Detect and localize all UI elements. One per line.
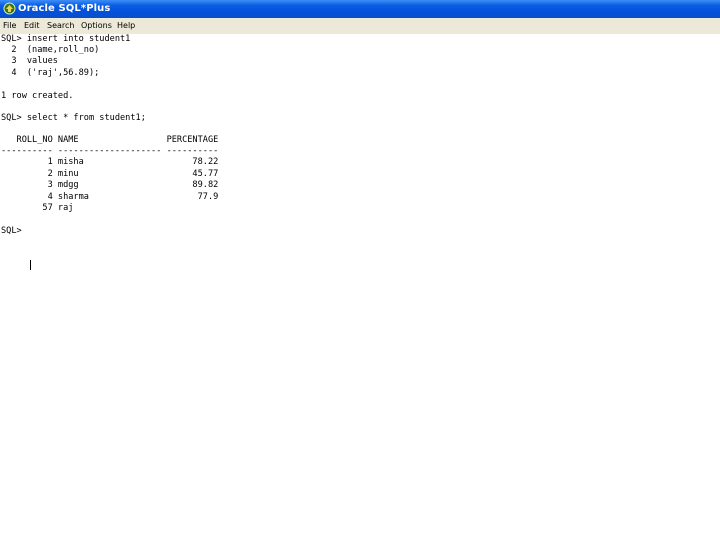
console-line: 4 ('raj',56.89); [1,68,100,78]
menu-bar: File Edit Search Options Help [0,18,720,34]
text-cursor [30,260,31,270]
result-row: 3 mdgg 89.82 [1,180,219,190]
window-title: Oracle SQL*Plus [18,3,111,14]
console-line: 2 (name,roll_no) [1,45,100,55]
menu-help[interactable]: Help [117,20,135,31]
result-header: ROLL_NO NAME PERCENTAGE [1,135,219,145]
result-row: 4 sharma 77.9 [1,192,219,202]
console-line: 1 row created. [1,91,74,101]
sqlplus-app-icon [3,2,16,15]
console-line: SQL> select * from student1; [1,113,146,123]
console-output[interactable]: SQL> insert into student1 2 (name,roll_n… [0,34,720,540]
result-separator: ---------- -------------------- --------… [1,146,219,156]
menu-file[interactable]: File [3,20,16,31]
menu-edit[interactable]: Edit [24,20,40,31]
menu-options[interactable]: Options [81,20,112,31]
result-row: 1 misha 78.22 [1,157,219,167]
result-row: 57 raj [1,203,74,213]
console-line: SQL> insert into student1 [1,34,131,44]
result-row: 2 minu 45.77 [1,169,219,179]
title-bar[interactable]: Oracle SQL*Plus [0,0,720,18]
console-line: 3 values [1,56,58,66]
sql-prompt[interactable]: SQL> [1,226,27,237]
menu-search[interactable]: Search [47,20,74,31]
